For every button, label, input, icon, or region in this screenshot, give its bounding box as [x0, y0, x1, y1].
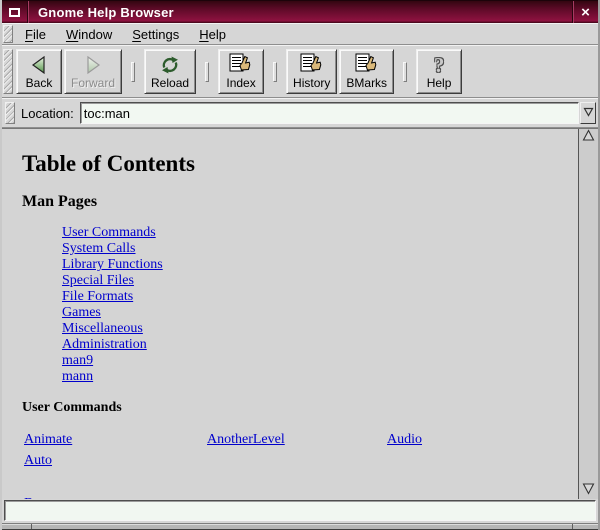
bookmarks-button[interactable]: BMarks [339, 49, 394, 94]
location-label: Location: [21, 106, 74, 121]
toolbar-separator [403, 62, 407, 82]
back-button[interactable]: Back [16, 49, 62, 94]
window-menu-icon [9, 8, 20, 17]
menubar: File Window Settings Help [2, 23, 598, 45]
menubar-drag-handle[interactable] [3, 25, 13, 43]
toolbar: Back Forward [2, 45, 598, 98]
vertical-scrollbar[interactable] [578, 129, 598, 499]
toc-heading: Man Pages [22, 193, 578, 211]
reload-icon [159, 53, 181, 76]
back-arrow-icon [28, 53, 50, 76]
hand-document-icon [355, 53, 379, 76]
toc-link-games[interactable]: Games [62, 305, 101, 320]
partial-clipped-link: B [24, 494, 578, 499]
help-document: Table of Contents Man Pages User Command… [2, 129, 578, 499]
status-bar [4, 500, 596, 521]
toc-link-special-files[interactable]: Special Files [62, 273, 134, 288]
close-icon: × [581, 4, 590, 21]
toolbar-drag-handle[interactable] [3, 49, 13, 94]
page-title: Table of Contents [22, 151, 578, 177]
list-item: Miscellaneous [62, 320, 578, 336]
toolbar-separator [205, 62, 209, 82]
menu-help[interactable]: Help [189, 25, 236, 44]
list-item: Special Files [62, 272, 578, 288]
menu-file[interactable]: File [15, 25, 56, 44]
list-item: System Calls [62, 240, 578, 256]
arrow-down-icon [582, 482, 595, 500]
history-button[interactable]: History [286, 49, 337, 94]
section-heading: User Commands [22, 400, 578, 416]
command-link-grid: Animate AnotherLevel Audio Auto [24, 432, 464, 469]
list-item: mann [62, 368, 578, 384]
menu-settings[interactable]: Settings [122, 25, 189, 44]
hand-document-icon [229, 53, 253, 76]
cmd-link-audio[interactable]: Audio [387, 432, 464, 448]
list-item: Library Functions [62, 256, 578, 272]
main-area: Table of Contents Man Pages User Command… [2, 128, 598, 499]
window-bottom-frame [2, 523, 598, 530]
toc-link-mann[interactable]: mann [62, 369, 93, 384]
toc-link-administration[interactable]: Administration [62, 337, 147, 352]
list-item: File Formats [62, 288, 578, 304]
resize-grip-right[interactable] [572, 524, 573, 529]
toc-link-list: User Commands System Calls Library Funct… [62, 224, 578, 384]
location-dropdown-button[interactable] [580, 102, 596, 124]
list-item: Administration [62, 336, 578, 352]
hand-document-icon [300, 53, 324, 76]
toolbar-separator [273, 62, 277, 82]
scroll-down-button[interactable] [579, 482, 598, 499]
index-button[interactable]: Index [218, 49, 264, 94]
gnome-help-browser-window: Gnome Help Browser × File Window Setting… [0, 0, 600, 530]
resize-grip-left[interactable] [31, 524, 32, 529]
close-button[interactable]: × [572, 1, 598, 23]
status-row [2, 499, 598, 523]
forward-arrow-icon [82, 53, 104, 76]
help-button[interactable]: ? Help [416, 49, 462, 94]
window-menu-button[interactable] [2, 1, 28, 23]
reload-button[interactable]: Reload [144, 49, 196, 94]
cmd-link-auto[interactable]: Auto [24, 453, 207, 469]
location-input[interactable] [80, 102, 579, 124]
list-item: User Commands [62, 224, 578, 240]
cmd-link-anotherlevel[interactable]: AnotherLevel [207, 432, 387, 448]
toc-link-library-functions[interactable]: Library Functions [62, 257, 163, 272]
titlebar[interactable]: Gnome Help Browser × [2, 0, 598, 23]
question-mark-icon: ? [434, 53, 445, 76]
location-bar: Location: [2, 98, 598, 128]
menu-window[interactable]: Window [56, 25, 122, 44]
list-item: man9 [62, 352, 578, 368]
window-title: Gnome Help Browser [28, 1, 572, 23]
list-item: Games [62, 304, 578, 320]
cmd-link-animate[interactable]: Animate [24, 432, 207, 448]
arrow-up-icon [582, 129, 595, 147]
scroll-up-button[interactable] [579, 129, 598, 146]
toc-link-miscellaneous[interactable]: Miscellaneous [62, 321, 143, 336]
toc-link-system-calls[interactable]: System Calls [62, 241, 136, 256]
toc-link-man9[interactable]: man9 [62, 353, 93, 368]
toc-link-user-commands[interactable]: User Commands [62, 225, 156, 240]
chevron-down-icon [583, 104, 594, 122]
forward-button: Forward [64, 49, 122, 94]
toc-link-file-formats[interactable]: File Formats [62, 289, 133, 304]
toolbar-separator [131, 62, 135, 82]
locationbar-drag-handle[interactable] [5, 102, 15, 124]
scrollbar-track[interactable] [579, 146, 598, 482]
